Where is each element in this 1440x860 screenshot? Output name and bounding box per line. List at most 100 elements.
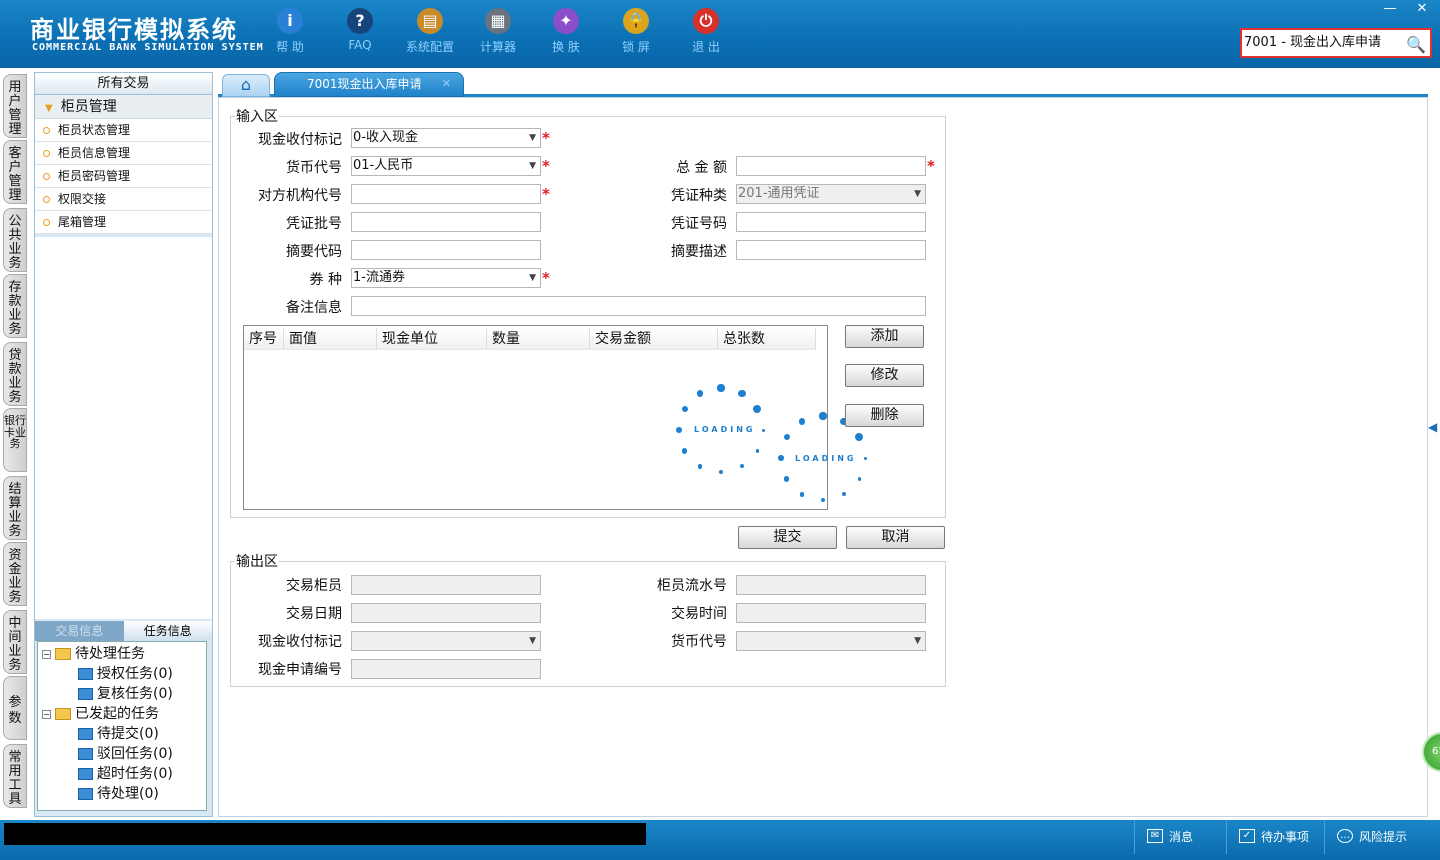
toolbar-button-4[interactable]: ✦ 换 肤	[538, 8, 594, 55]
coupon-type-select[interactable]: 1-流通券 ▼	[351, 268, 541, 288]
tree-leaf[interactable]: 驳回任务(0)	[78, 744, 173, 764]
tab-label: 7001现金出入库申请	[307, 77, 422, 91]
tab-transaction-info[interactable]: 交易信息	[35, 621, 124, 641]
side-collapse-handle[interactable]: ◀	[1428, 420, 1440, 470]
cash-flag-select[interactable]: 0-收入现金 ▼	[351, 128, 541, 148]
tree-leaf[interactable]: 复核任务(0)	[78, 684, 173, 704]
home-tab[interactable]: ⌂	[222, 74, 270, 97]
risk-alert-button[interactable]: … 风险提示	[1324, 820, 1440, 854]
toolbar-button-2[interactable]: ▤ 系统配置	[402, 8, 458, 55]
time-field	[736, 603, 926, 623]
menu-item[interactable]: 权限交接	[35, 188, 212, 211]
tree-leaf[interactable]: 待处理(0)	[78, 784, 159, 804]
task-doc-icon	[78, 748, 93, 760]
folder-icon	[55, 648, 71, 660]
loading-dot	[799, 491, 805, 497]
menu-item-label: 权限交接	[58, 192, 107, 206]
counterparty-field[interactable]	[351, 184, 541, 204]
module-tab-5[interactable]: 银行卡业务	[3, 408, 27, 472]
module-tabs: 用户管理 客户管理公共业务 存款业务贷款业务 银行卡业务结算业务 资金业务中间业务 参数常…	[0, 70, 30, 815]
checkbox-icon: ✓	[1239, 829, 1255, 843]
voucher-type-select[interactable]: 201-通用凭证 ▼	[736, 184, 926, 204]
batch-no-field[interactable]	[351, 212, 541, 232]
menu-item-label: 柜员状态管理	[58, 123, 131, 137]
column-header[interactable]: 交易金额	[590, 328, 718, 350]
message-button[interactable]: ✉ 消息	[1134, 820, 1226, 854]
close-window-button[interactable]: ✕	[1408, 0, 1436, 18]
delete-button[interactable]: 删除	[845, 404, 924, 427]
module-tab-9[interactable]: 参数	[3, 676, 27, 740]
currency-select[interactable]: 01-人民币 ▼	[351, 156, 541, 176]
toolbar-button-0[interactable]: i 帮 助	[262, 8, 318, 55]
menu-item[interactable]: 柜员状态管理	[35, 119, 212, 142]
tree-leaf[interactable]: 待提交(0)	[78, 724, 159, 744]
toolbar-button-5[interactable]: 🔒 锁 屏	[608, 8, 664, 55]
minimize-button[interactable]: —	[1376, 0, 1404, 18]
voucher-no-field[interactable]	[736, 212, 926, 232]
menu-item[interactable]: 尾箱管理	[35, 211, 212, 234]
edit-button[interactable]: 修改	[845, 364, 924, 387]
task-tree: − 待处理任务 授权任务(0) 复核任务(0) − 已发起的任务 待提交(0) 驳回任务(0)…	[37, 641, 207, 811]
summary-code-field[interactable]	[351, 240, 541, 260]
out-cash-flag-select: ▼	[351, 631, 541, 651]
shirt-icon: ✦	[553, 8, 579, 34]
submit-button[interactable]: 提交	[738, 526, 837, 549]
summary-desc-field[interactable]	[736, 240, 926, 260]
cancel-button[interactable]: 取消	[846, 526, 945, 549]
toolbar-button-1[interactable]: ? FAQ	[332, 8, 388, 52]
menu-item[interactable]: 柜员信息管理	[35, 142, 212, 165]
toolbox-icon: ▤	[417, 8, 443, 34]
toolbar-button-3[interactable]: ▦ 计算器	[470, 8, 526, 55]
module-tab-10[interactable]: 常用工具	[3, 744, 27, 808]
required-marker: *	[542, 129, 550, 147]
all-transactions-header[interactable]: 所有交易	[35, 73, 212, 95]
collapse-toggle-icon[interactable]: −	[42, 709, 51, 719]
todo-button[interactable]: ✓ 待办事项	[1226, 820, 1324, 854]
loading-dot	[681, 448, 688, 454]
module-tab-4[interactable]: 贷款业务	[3, 342, 27, 406]
tree-node-0[interactable]: − 待处理任务	[42, 644, 145, 664]
currency-value: 01-人民币	[353, 158, 414, 173]
toolbar-label: 退 出	[692, 40, 720, 54]
voucher-type-label: 凭证种类	[671, 188, 727, 204]
teller-management-group[interactable]: ▼ 柜员管理	[35, 95, 212, 119]
module-tab-2[interactable]: 公共业务	[3, 208, 27, 272]
remark-field[interactable]	[351, 296, 926, 316]
column-header[interactable]: 总张数	[718, 328, 816, 350]
column-header[interactable]: 数量	[487, 328, 590, 350]
tab-task-info[interactable]: 任务信息	[123, 621, 212, 641]
add-button[interactable]: 添加	[845, 325, 924, 348]
tree-leaf-label: 驳回任务(0)	[97, 746, 173, 762]
module-tab-0[interactable]: 用户管理	[3, 74, 27, 138]
column-header[interactable]: 面值	[284, 328, 377, 350]
column-header[interactable]: 序号	[244, 328, 284, 350]
module-tab-3[interactable]: 存款业务	[3, 274, 27, 338]
loading-dot	[681, 405, 688, 413]
close-tab-icon[interactable]: ✕	[442, 73, 451, 95]
search-value: 7001 - 现金出入库申请	[1244, 35, 1382, 50]
transaction-search-field[interactable]: 7001 - 现金出入库申请 🔍	[1240, 28, 1432, 58]
search-icon[interactable]: 🔍	[1406, 32, 1426, 54]
currency-label: 货币代号	[286, 160, 342, 176]
toolbar-button-6[interactable]: ⏻ 退 出	[678, 8, 734, 55]
column-header[interactable]: 现金单位	[377, 328, 487, 350]
tab-7001[interactable]: 7001现金出入库申请 ✕	[274, 72, 464, 97]
collapse-toggle-icon[interactable]: −	[42, 649, 51, 659]
required-marker: *	[542, 269, 550, 287]
denomination-table[interactable]: 序号 面值 现金单位 数量 交易金额 总张数 LOADING LOADING	[243, 325, 867, 510]
loading-dot	[761, 428, 765, 432]
total-amount-field[interactable]	[736, 156, 926, 176]
module-tab-6[interactable]: 结算业务	[3, 476, 27, 540]
app-subtitle: COMMERCIAL BANK SIMULATION SYSTEM	[32, 42, 264, 53]
menu-item[interactable]: 柜员密码管理	[35, 165, 212, 188]
tree-node-1[interactable]: − 已发起的任务	[42, 704, 159, 724]
toolbar-label: 换 肤	[552, 40, 580, 54]
menu-item-label: 柜员密码管理	[58, 169, 131, 183]
tree-leaf[interactable]: 超时任务(0)	[78, 764, 173, 784]
tree-leaf[interactable]: 授权任务(0)	[78, 664, 173, 684]
module-tab-7[interactable]: 资金业务	[3, 542, 27, 606]
module-tab-1[interactable]: 客户管理	[3, 140, 27, 204]
input-area-legend: 输入区	[236, 109, 278, 125]
chat-bubble-icon: …	[1337, 829, 1353, 843]
module-tab-8[interactable]: 中间业务	[3, 610, 27, 674]
